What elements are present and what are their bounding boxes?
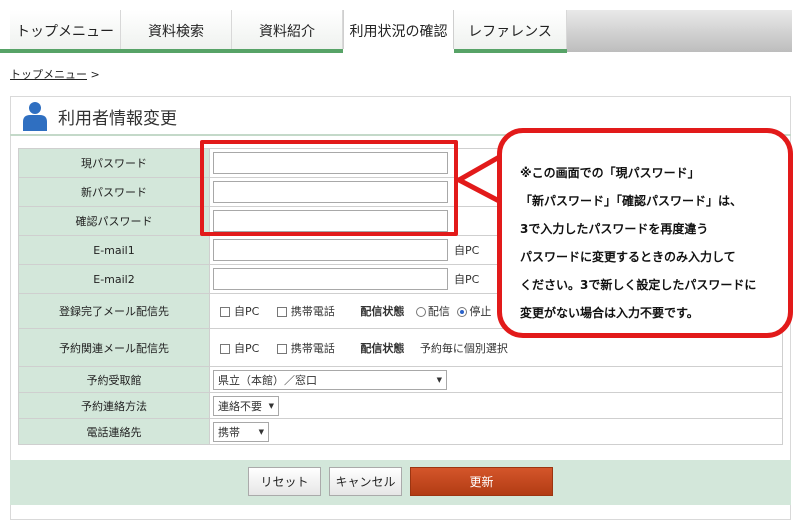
form-row-pickup-library: 予約受取館 県立（本館）／窓口 ▼ <box>18 366 783 393</box>
breadcrumb-top-menu-link[interactable]: トップメニュー <box>10 68 87 81</box>
phone-contact-select[interactable]: 携帯 ▼ <box>213 421 269 442</box>
tab-label: レファレンス <box>468 24 552 40</box>
new-password-label: 新パスワード <box>18 177 210 207</box>
reg-mail-status-label: 配信状態 <box>360 305 405 318</box>
cancel-button[interactable]: キャンセル <box>329 467 402 496</box>
email1-input[interactable] <box>213 239 448 261</box>
callout-line: ください。3で新しく設定したパスワードに <box>520 278 757 292</box>
phone-contact-label: 電話連絡先 <box>18 418 210 445</box>
password-fields-highlight <box>200 140 458 236</box>
tab-label: トップメニュー <box>16 24 114 40</box>
tab-introduction[interactable]: 資料紹介 <box>232 10 343 52</box>
pickup-library-value: 県立（本館）／窓口 <box>218 373 317 387</box>
tab-label: 資料検索 <box>148 24 204 40</box>
current-password-label: 現パスワード <box>18 148 210 178</box>
nav-active-indicator <box>343 49 454 53</box>
tab-search[interactable]: 資料検索 <box>121 10 232 52</box>
form-row-contact-method: 予約連絡方法 連絡不要 ▼ <box>18 392 783 419</box>
rsv-mail-status-value: 予約毎に個別選択 <box>419 341 508 355</box>
callout-line: 「新パスワード」「確認パスワード」は、 <box>520 194 743 208</box>
page-title: 利用者情報変更 <box>58 109 177 129</box>
tab-top-menu[interactable]: トップメニュー <box>10 10 121 52</box>
top-nav: トップメニュー 資料検索 資料紹介 利用状況の確認 レファレンス <box>0 0 800 53</box>
callout-line: パスワードに変更するときのみ入力して <box>520 250 736 264</box>
registration-mail-label: 登録完了メール配信先 <box>18 293 210 329</box>
contact-method-select[interactable]: 連絡不要 ▼ <box>213 395 279 416</box>
pickup-library-select[interactable]: 県立（本館）／窓口 ▼ <box>213 369 447 390</box>
pickup-library-label: 予約受取館 <box>18 366 210 393</box>
email2-input[interactable] <box>213 268 448 290</box>
nav-empty-area <box>567 10 792 52</box>
confirm-password-label: 確認パスワード <box>18 206 210 236</box>
reg-mail-pc-checkbox[interactable] <box>220 307 230 317</box>
chevron-down-icon: ▼ <box>258 427 264 436</box>
rsv-mail-status-label: 配信状態 <box>360 341 405 355</box>
reset-button[interactable]: リセット <box>248 467 321 496</box>
rsv-mail-mobile-label: 携帯電話 <box>290 341 335 355</box>
contact-method-value: 連絡不要 <box>218 399 262 413</box>
reg-mail-mobile-label: 携帯電話 <box>290 305 335 318</box>
email1-suffix: 自PC <box>454 244 480 257</box>
rsv-mail-pc-checkbox[interactable] <box>220 343 230 354</box>
callout-line: 3で入力したパスワードを再度違う <box>520 222 709 236</box>
nav-underline <box>0 49 567 53</box>
chevron-down-icon: ▼ <box>268 401 274 410</box>
contact-method-label: 予約連絡方法 <box>18 392 210 419</box>
email2-label: E-mail2 <box>18 264 210 294</box>
rsv-mail-pc-label: 自PC <box>234 341 260 355</box>
chevron-down-icon: ▼ <box>436 375 442 384</box>
reg-mail-off-radio[interactable] <box>457 307 468 317</box>
breadcrumb: トップメニュー > <box>10 66 100 82</box>
rsv-mail-mobile-checkbox[interactable] <box>276 343 287 354</box>
reg-mail-on-radio[interactable] <box>415 307 426 317</box>
tab-usage-status[interactable]: 利用状況の確認 <box>343 10 454 52</box>
phone-contact-value: 携帯 <box>218 425 240 439</box>
reg-mail-off-label: 停止 <box>469 305 492 318</box>
reservation-mail-label: 予約関連メール配信先 <box>18 328 210 367</box>
callout-line: 変更がない場合は入力不要です。 <box>520 306 699 320</box>
breadcrumb-separator: > <box>90 68 100 81</box>
email1-label: E-mail1 <box>18 235 210 265</box>
annotation-callout: ※この画面での「現パスワード」 「新パスワード」「確認パスワード」は、 3で入力… <box>497 128 793 338</box>
user-icon <box>23 102 47 131</box>
tab-reference[interactable]: レファレンス <box>454 10 567 52</box>
callout-line: ※この画面での「現パスワード」 <box>520 166 700 180</box>
tab-label: 利用状況の確認 <box>349 24 448 40</box>
reg-mail-on-label: 配信 <box>427 305 450 318</box>
form-row-phone-contact: 電話連絡先 携帯 ▼ <box>18 418 783 445</box>
email2-suffix: 自PC <box>454 273 480 286</box>
tab-label: 資料紹介 <box>259 24 315 40</box>
reg-mail-mobile-checkbox[interactable] <box>276 307 287 317</box>
update-button[interactable]: 更新 <box>410 467 553 496</box>
reg-mail-pc-label: 自PC <box>234 305 260 318</box>
